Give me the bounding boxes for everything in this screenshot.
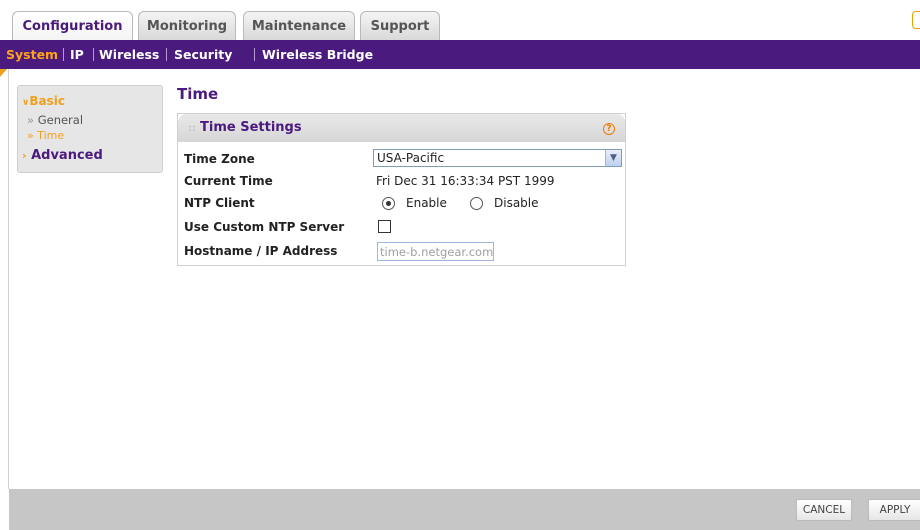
grip-icon: :: (188, 123, 196, 134)
custom-ntp-checkbox[interactable] (378, 220, 391, 233)
corner-button[interactable] (912, 11, 920, 29)
subnav-security[interactable]: Security (174, 40, 232, 69)
menu-time[interactable]: » Time (27, 129, 64, 142)
tab-configuration[interactable]: Configuration (12, 11, 133, 41)
time-settings-panel: :: Time Settings ? Time Zone USA-Pacific … (177, 113, 626, 266)
ntp-enable-label: Enable (406, 196, 447, 210)
tab-maintenance[interactable]: Maintenance (243, 11, 355, 40)
chevron-right-icon: › (22, 149, 27, 162)
current-time-label: Current Time (184, 174, 273, 188)
subnav-separator (166, 48, 167, 61)
time-zone-label: Time Zone (184, 152, 255, 166)
subnav-system[interactable]: System (6, 40, 58, 69)
menu-basic[interactable]: ∨Basic (22, 94, 65, 108)
panel-title: :: Time Settings (188, 120, 302, 135)
apply-button[interactable]: APPLY (868, 499, 920, 521)
menu-advanced-label: Advanced (31, 148, 103, 163)
time-zone-select[interactable]: USA-Pacific ▼ (373, 149, 622, 167)
chevron-down-icon[interactable]: ▼ (605, 150, 621, 166)
menu-time-label: Time (37, 129, 65, 142)
subnav-ip[interactable]: IP (70, 40, 84, 69)
double-chevron-right-icon: » (27, 129, 34, 142)
ntp-client-label: NTP Client (184, 196, 255, 210)
tab-support[interactable]: Support (360, 11, 440, 40)
current-time-value: Fri Dec 31 16:33:34 PST 1999 (376, 174, 555, 188)
page-title: Time (177, 85, 219, 103)
hostname-label: Hostname / IP Address (184, 244, 338, 258)
ntp-disable-radio[interactable] (470, 197, 483, 210)
subnav-separator (93, 48, 94, 61)
subnav-wireless[interactable]: Wireless (99, 40, 159, 69)
subnav-wireless-bridge[interactable]: Wireless Bridge (262, 40, 373, 69)
panel-title-text: Time Settings (200, 120, 302, 135)
top-tab-bar: Configuration Monitoring Maintenance Sup… (0, 0, 920, 41)
left-border-line (8, 69, 9, 489)
menu-general-label: General (37, 113, 84, 127)
sub-navigation-bar: System IP Wireless Security Wireless Bri… (0, 40, 920, 69)
bottom-action-bar: CANCEL APPLY (9, 489, 920, 530)
panel-header: :: Time Settings ? (178, 114, 625, 142)
menu-general[interactable]: » General (27, 113, 83, 127)
cancel-button[interactable]: CANCEL (796, 499, 852, 521)
nav-corner-accent (0, 69, 7, 77)
tab-monitoring[interactable]: Monitoring (138, 11, 236, 40)
ntp-disable-label: Disable (494, 196, 539, 210)
hostname-input[interactable] (377, 242, 494, 261)
subnav-separator (254, 48, 255, 61)
help-icon[interactable]: ? (603, 123, 615, 135)
ntp-enable-radio[interactable] (382, 197, 395, 210)
double-chevron-right-icon: » (27, 113, 35, 127)
time-zone-value: USA-Pacific (377, 151, 445, 165)
menu-basic-label: Basic (29, 94, 65, 108)
left-menu: ∨Basic » General » Time › Advanced (17, 85, 163, 173)
menu-advanced[interactable]: › Advanced (22, 148, 103, 163)
subnav-separator (63, 48, 64, 61)
custom-ntp-label: Use Custom NTP Server (184, 220, 345, 234)
